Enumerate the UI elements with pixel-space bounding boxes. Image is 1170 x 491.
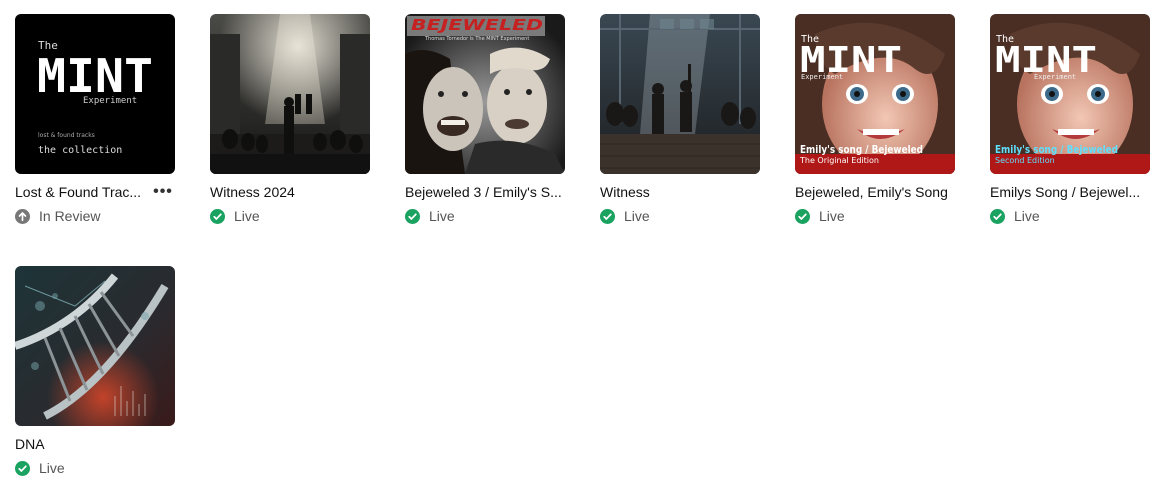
release-title[interactable]: Witness (600, 183, 760, 201)
cover-art[interactable] (210, 14, 370, 174)
cover-art[interactable] (600, 14, 760, 174)
cover-text: Experiment (801, 73, 843, 81)
status-label: In Review (39, 208, 101, 224)
emilys-song-second-art: The MINT Experiment Emily's song / Bejew… (990, 14, 1150, 174)
check-circle-icon (990, 208, 1005, 224)
cover-text: lost & found tracks (38, 132, 95, 139)
bejeweled-3-art: BEJEWELED Thomas Tornedor is The MINT Ex… (405, 14, 565, 174)
release-card[interactable]: The MINT Experiment Emily's song / Bejew… (795, 14, 955, 225)
cover-text: Experiment (83, 96, 137, 106)
cover-text: Thomas Tornedor is The MINT Experiment (424, 36, 529, 42)
cover-art[interactable]: The MINT Experiment Emily's song / Bejew… (795, 14, 955, 174)
cover-art[interactable] (15, 266, 175, 426)
release-title[interactable]: Bejeweled 3 / Emily's S... (405, 183, 565, 201)
cover-text: Emily's song / Bejeweled (800, 143, 923, 156)
release-title[interactable]: Witness 2024 (210, 183, 370, 201)
release-card[interactable]: Witness 2024 Live (210, 14, 370, 225)
release-title[interactable]: Lost & Found Trac... (15, 183, 143, 201)
cover-text: Experiment (1034, 73, 1076, 81)
release-card[interactable]: The MINT Experiment lost & found tracks … (15, 14, 175, 225)
check-circle-icon (210, 208, 225, 224)
status-label: Live (429, 208, 455, 224)
cover-art[interactable]: BEJEWELED Thomas Tornedor is The MINT Ex… (405, 14, 565, 174)
check-circle-icon (795, 208, 810, 224)
status-badge: Live (405, 207, 565, 225)
emilys-song-original-art: The MINT Experiment Emily's song / Bejew… (795, 14, 955, 174)
dna-art (15, 266, 175, 426)
cover-text: Emily's song / Bejeweled (995, 143, 1118, 156)
status-label: Live (624, 208, 650, 224)
check-circle-icon (15, 460, 30, 476)
status-badge: Live (15, 459, 175, 477)
status-label: Live (819, 208, 845, 224)
cover-text: Second Edition (995, 156, 1055, 165)
cover-text: MINT (37, 49, 153, 103)
status-badge: In Review (15, 207, 175, 225)
witness-2024-art (210, 14, 370, 174)
status-badge: Live (990, 207, 1150, 225)
cover-art[interactable]: The MINT Experiment Emily's song / Bejew… (990, 14, 1150, 174)
status-badge: Live (795, 207, 955, 225)
release-card[interactable]: BEJEWELED Thomas Tornedor is The MINT Ex… (405, 14, 565, 225)
release-title[interactable]: DNA (15, 435, 175, 453)
status-label: Live (234, 208, 260, 224)
cover-text: The Original Edition (799, 156, 879, 165)
status-badge: Live (600, 207, 760, 225)
release-title[interactable]: Bejeweled, Emily's Song (795, 183, 955, 201)
arrow-up-circle-icon (15, 208, 30, 224)
release-card[interactable]: The MINT Experiment Emily's song / Bejew… (990, 14, 1150, 225)
status-label: Live (39, 460, 65, 476)
status-badge: Live (210, 207, 370, 225)
release-title[interactable]: Emilys Song / Bejewel... (990, 183, 1150, 201)
more-options-button[interactable]: ••• (151, 183, 175, 201)
check-circle-icon (405, 208, 420, 224)
witness-art (600, 14, 760, 174)
cover-text: the collection (38, 145, 122, 156)
cover-text: BEJEWELED (411, 16, 543, 34)
mint-collection-art: The MINT Experiment lost & found tracks … (15, 14, 175, 174)
cover-art[interactable]: The MINT Experiment lost & found tracks … (15, 14, 175, 174)
check-circle-icon (600, 208, 615, 224)
release-card[interactable]: Witness Live (600, 14, 760, 225)
release-card[interactable]: DNA Live (15, 266, 175, 477)
status-label: Live (1014, 208, 1040, 224)
